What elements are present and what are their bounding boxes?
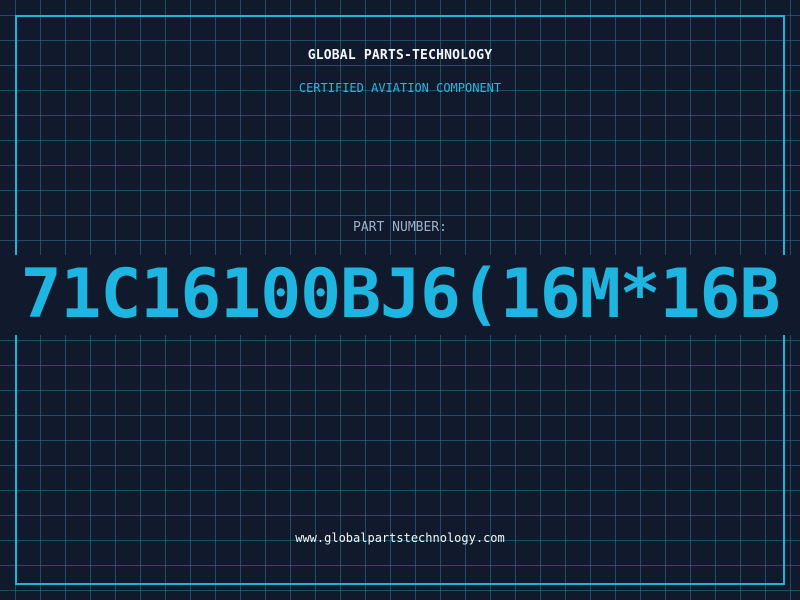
part-number-value: 71C16100BJ6(16M*16B [20, 255, 781, 334]
part-number-label: PART NUMBER: [353, 220, 447, 235]
part-number-card: GLOBAL PARTS-TECHNOLOGY CERTIFIED AVIATI… [0, 0, 800, 600]
brand-name: GLOBAL PARTS-TECHNOLOGY [307, 48, 493, 63]
certification-tagline: CERTIFIED AVIATION COMPONENT [298, 81, 502, 95]
website-url: www.globalpartstechnology.com [295, 531, 505, 545]
part-number-band: 71C16100BJ6(16M*16B [0, 255, 800, 335]
